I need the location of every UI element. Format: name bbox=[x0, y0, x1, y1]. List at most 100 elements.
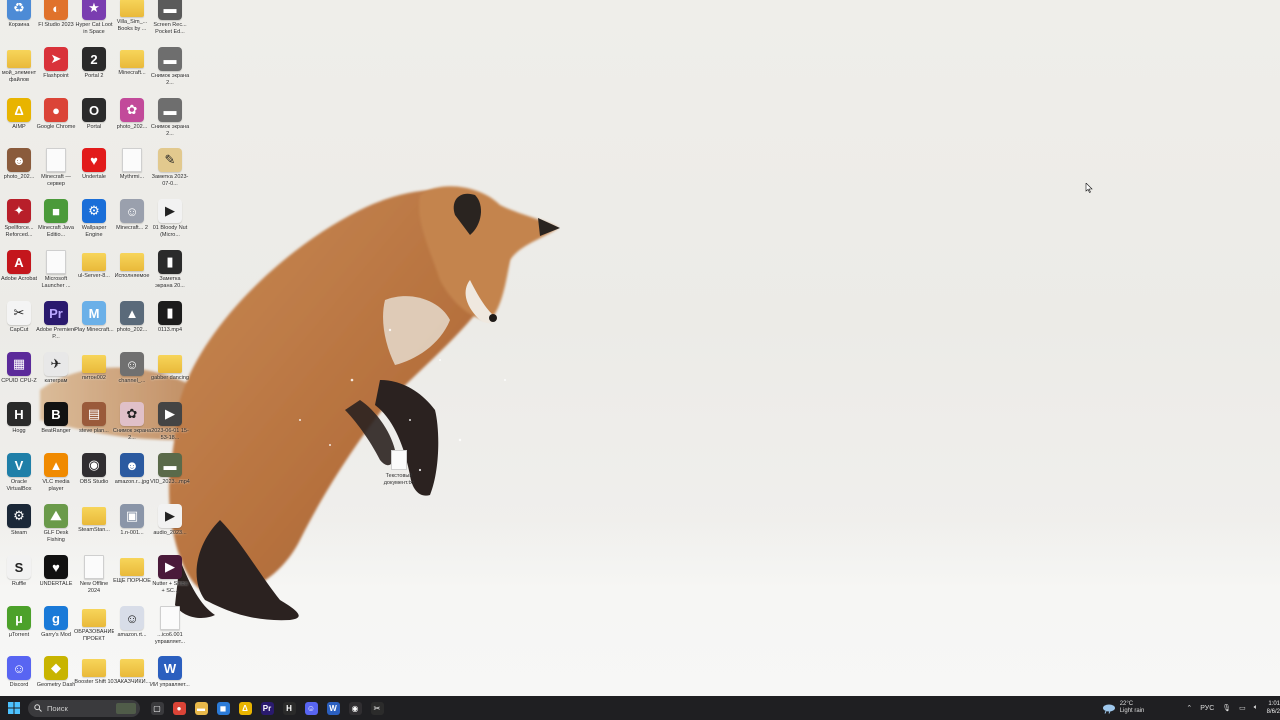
taskbar-app-button[interactable]: Pr bbox=[256, 696, 278, 720]
chevron-up-icon[interactable]: ⌃ bbox=[1186, 704, 1192, 712]
desktop-icon[interactable]: питон002 bbox=[75, 352, 113, 402]
desktop-icon[interactable]: мой_элемент файлов bbox=[0, 47, 38, 97]
desktop-icon[interactable]: ♥ Undertale bbox=[75, 148, 113, 198]
desktop-icon[interactable]: ✦ Spellforce... Reforced... bbox=[0, 199, 38, 249]
steam-icon: ⚙ bbox=[7, 504, 31, 528]
taskbar-app-button[interactable]: ✂ bbox=[366, 696, 388, 720]
desktop-icon[interactable]: ▮ Заметка экрана 20... bbox=[151, 250, 189, 300]
taskbar-app-button[interactable]: ● bbox=[168, 696, 190, 720]
desktop-icon[interactable]: O Portal bbox=[75, 98, 113, 148]
taskbar-app-button[interactable]: ☺ bbox=[300, 696, 322, 720]
desktop-icon[interactable]: ◐ Fl Studio 2023 bbox=[37, 0, 75, 46]
desktop-icon[interactable]: Δ AIMP bbox=[0, 98, 38, 148]
desktop-icon[interactable]: ▶ 01 Bloody Nut (Micro... bbox=[151, 199, 189, 249]
desktop-icon-label: Steam bbox=[11, 530, 27, 536]
taskbar-app-button[interactable]: ◉ bbox=[344, 696, 366, 720]
desktop-icon[interactable]: ⚙ Steam bbox=[0, 504, 38, 554]
capcut-icon: ✂ bbox=[370, 701, 384, 715]
start-button[interactable] bbox=[0, 696, 28, 720]
desktop-icon[interactable]: ⚙ Wallpaper Engine bbox=[75, 199, 113, 249]
desktop-icon[interactable]: ▬ Снимок экрана 2... bbox=[151, 98, 189, 148]
taskbar-search-box[interactable]: Поиск bbox=[28, 699, 140, 717]
desktop-icon[interactable]: ▲ photo_202... bbox=[113, 301, 151, 351]
weather-widget[interactable]: 22°C Light rain bbox=[1102, 701, 1144, 715]
desktop-icon[interactable]: 2 Portal 2 bbox=[75, 47, 113, 97]
desktop-icon[interactable]: ОБРАЗОВАНИЕ ПРОЕКТ bbox=[74, 606, 114, 656]
desktop-icon[interactable]: Minecraft... bbox=[113, 47, 151, 97]
taskbar-app-button[interactable]: ▬ bbox=[190, 696, 212, 720]
taskbar-app-button[interactable]: W bbox=[322, 696, 344, 720]
desktop-icon[interactable]: ▬ Screen Rec... Pocket Ed... bbox=[151, 0, 189, 46]
desktop-icon[interactable]: M Play Minecraft... bbox=[74, 301, 114, 351]
desktop-icon[interactable]: ✈ категрам bbox=[37, 352, 75, 402]
clock-time: 1:01 bbox=[1268, 701, 1280, 707]
microphone-icon[interactable]: 🎙︎ bbox=[1222, 704, 1231, 712]
note-icon: ✎ bbox=[158, 148, 182, 172]
desktop-icon[interactable]: V Oracle VirtualBox bbox=[0, 453, 38, 503]
game-icon: ✦ bbox=[7, 199, 31, 223]
folder-icon bbox=[158, 355, 182, 373]
desktop-icon[interactable]: ♥ UNDERTALE bbox=[37, 555, 75, 605]
taskbar-app-button[interactable]: Δ bbox=[234, 696, 256, 720]
desktop-icon[interactable]: ▬ VID_2023...mp4 bbox=[150, 453, 190, 503]
desktop-icon-label: Корзина bbox=[8, 22, 30, 28]
desktop-icon[interactable]: ЕЩЁ ПОРНОЕ bbox=[113, 555, 151, 605]
desktop-icon[interactable]: ▶ 2023-06-01 15-53-18... bbox=[151, 402, 189, 452]
desktop-icon[interactable]: ▤ steve plan... bbox=[75, 402, 113, 452]
desktop-icon[interactable]: Исполняемое bbox=[113, 250, 151, 300]
desktop-icon[interactable]: ★ Hyper Cat Loot in Space bbox=[75, 0, 113, 46]
desktop-icon[interactable]: ▬ Снимок экрана 2... bbox=[151, 47, 189, 97]
desktop-icon[interactable]: gabber dancing bbox=[151, 352, 189, 402]
desktop-file-text-document[interactable]: Текстовый документ.txt bbox=[378, 450, 420, 494]
desktop-icon[interactable]: ▮ 0113.mp4 bbox=[151, 301, 189, 351]
desktop-icon-label: GLF Desk Fishing bbox=[43, 530, 69, 543]
desktop-icon[interactable]: Villa_Sim_... Books by ... bbox=[113, 0, 151, 46]
taskbar-app-button[interactable]: H bbox=[278, 696, 300, 720]
desktop-icon[interactable]: SteamStan... bbox=[75, 504, 113, 554]
desktop[interactable]: ♻ Корзина ◐ Fl Studio 2023 ★ Hyper Cat Loot i… bbox=[0, 0, 1280, 720]
desktop-icon[interactable]: ■ Minecraft Java Editio... bbox=[37, 199, 75, 249]
desktop-icon[interactable]: µ µTorrent bbox=[0, 606, 38, 656]
desktop-icon[interactable]: B BeatRanger bbox=[37, 402, 75, 452]
desktop-icon[interactable]: ▶ audio_2023... bbox=[151, 504, 189, 554]
desktop-icon[interactable]: Mythrmi... bbox=[113, 148, 151, 198]
desktop-icon[interactable]: ☺ Minecraft... 2 bbox=[113, 199, 151, 249]
desktop-icon[interactable]: Pr Adobe Premiere P... bbox=[36, 301, 76, 351]
desktop-icon[interactable]: g Garry's Mod bbox=[37, 606, 75, 656]
taskbar-app-button[interactable]: ▢ bbox=[146, 696, 168, 720]
language-indicator[interactable]: РУС bbox=[1200, 705, 1214, 712]
desktop-icon[interactable]: ✎ Заметка 2023-07-0... bbox=[151, 148, 189, 198]
desktop-icon[interactable]: Minecraft — сервер bbox=[37, 148, 75, 198]
desktop-icon[interactable]: A Adobe Acrobat bbox=[0, 250, 38, 300]
desktop-icon[interactable]: ✂ CapCut bbox=[0, 301, 38, 351]
geometry-dash-icon: ◆ bbox=[44, 656, 68, 680]
desktop-icon[interactable]: S Ruffle bbox=[0, 555, 38, 605]
desktop-icon[interactable]: ▣ 1.n-001... bbox=[113, 504, 151, 554]
desktop-icon[interactable]: ⛰ GLF Desk Fishing bbox=[37, 504, 75, 554]
desktop-icon[interactable]: ...ico6.001 управляет... bbox=[151, 606, 189, 656]
desktop-icon[interactable]: Microsoft Launcher ... bbox=[37, 250, 75, 300]
vlc-icon: ▲ bbox=[44, 453, 68, 477]
desktop-icon[interactable]: ☻ amazon.r...jpg bbox=[113, 453, 151, 503]
network-icon[interactable]: ▭ bbox=[1239, 704, 1246, 712]
desktop-icon[interactable]: ☺ channel_... bbox=[113, 352, 151, 402]
taskbar-app-button[interactable]: ◼ bbox=[212, 696, 234, 720]
desktop-icon[interactable]: ▶ Nutter + Shiba + SC... bbox=[151, 555, 189, 605]
desktop-icon[interactable]: ul-Server-8... bbox=[75, 250, 113, 300]
desktop-icon[interactable]: ☻ photo_202... bbox=[0, 148, 38, 198]
desktop-icon[interactable]: ✿ Снимок экрана 2... bbox=[113, 402, 151, 452]
desktop-icon-label: питон002 bbox=[82, 375, 106, 381]
desktop-icon[interactable]: ▲ VLC media player bbox=[37, 453, 75, 503]
clock[interactable]: 1:01 8/6/2 bbox=[1266, 700, 1280, 716]
desktop-icon[interactable]: ✿ photo_202... bbox=[113, 98, 151, 148]
desktop-icon[interactable]: H Hogg bbox=[0, 402, 38, 452]
speaker-icon[interactable]: 🔈︎ bbox=[1254, 704, 1258, 712]
desktop-icon[interactable]: New Offline 2024 bbox=[75, 555, 113, 605]
desktop-icon[interactable]: ● Google Chrome bbox=[37, 98, 75, 148]
desktop-icon[interactable]: ◉ OBS Studio bbox=[75, 453, 113, 503]
desktop-icon[interactable]: ♻ Корзина bbox=[0, 0, 38, 46]
chrome-icon: ● bbox=[44, 98, 68, 122]
desktop-icon[interactable]: ▦ CPUID CPU-Z bbox=[0, 352, 38, 402]
desktop-icon[interactable]: ☺ amazon.rt... bbox=[113, 606, 151, 656]
desktop-icon[interactable]: ➤ Flashpoint bbox=[37, 47, 75, 97]
